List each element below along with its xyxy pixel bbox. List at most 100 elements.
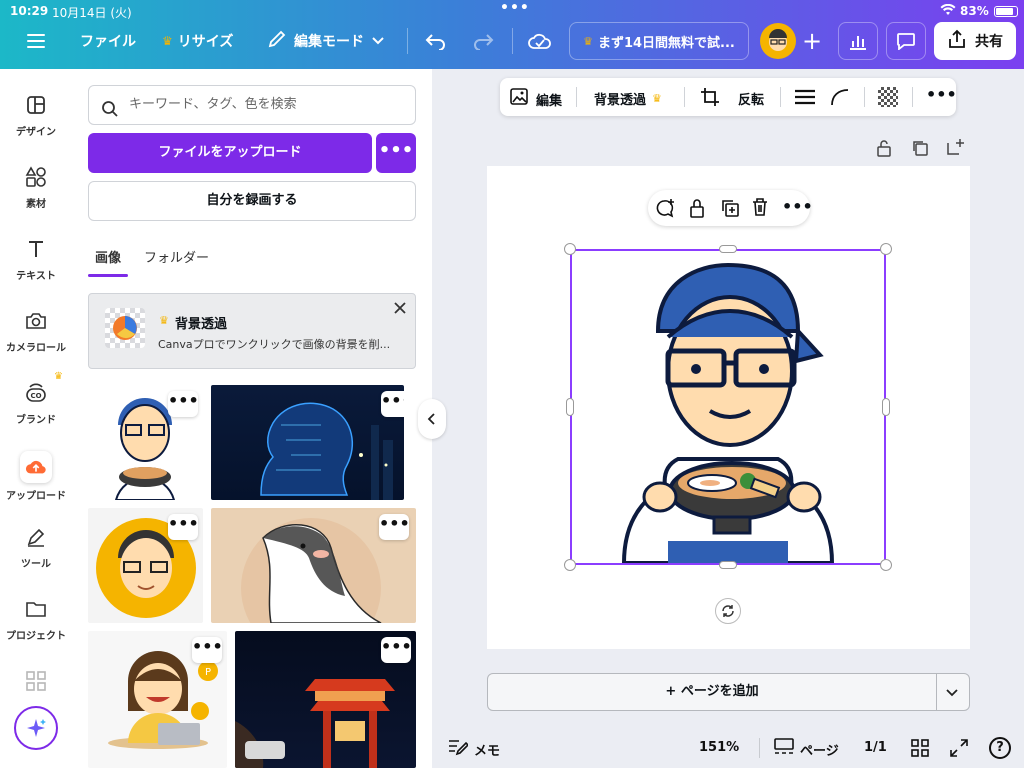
multitask-dots-icon[interactable]: ••• xyxy=(500,0,530,16)
divider xyxy=(912,87,913,107)
bg-remover-button[interactable]: 背景透過 ♛ xyxy=(594,89,662,108)
rotate-icon[interactable] xyxy=(715,598,741,624)
help-icon[interactable]: ? xyxy=(989,737,1011,759)
page-count: 1/1 xyxy=(864,740,887,755)
lock-page-icon[interactable] xyxy=(875,138,893,162)
upload-file-button[interactable]: ファイルをアップロード xyxy=(88,133,372,173)
sidebar-item-uploads[interactable]: アップロード xyxy=(0,451,72,502)
top-bar: 10:29 10月14日 (火) ••• 83% ファイル ♛ リサイズ 編集モ… xyxy=(0,0,1024,69)
resize-handle[interactable] xyxy=(564,243,576,255)
resize-handle[interactable] xyxy=(882,398,890,416)
corner-rounding-icon[interactable] xyxy=(830,88,850,110)
add-page-icon[interactable] xyxy=(946,138,964,160)
add-collaborator-icon[interactable]: + xyxy=(795,22,829,60)
collapse-panel-button[interactable] xyxy=(418,399,446,439)
bg-remove-label: 背景透過 xyxy=(594,93,647,108)
apps-icon[interactable] xyxy=(0,669,72,696)
status-date: 10月14日 (火) xyxy=(52,6,132,20)
search-input[interactable]: キーワード、タグ、色を検索 xyxy=(88,85,416,125)
image-more-button[interactable]: ••• xyxy=(168,391,199,417)
sidebar-item-tools[interactable]: ツール xyxy=(0,525,72,570)
record-yourself-button[interactable]: 自分を録画する xyxy=(88,181,416,221)
image-thumbnail[interactable]: ••• xyxy=(211,508,416,623)
flip-button[interactable]: 反転 xyxy=(738,89,764,108)
image-thumbnail[interactable]: ••• xyxy=(235,631,416,768)
fullscreen-icon[interactable] xyxy=(950,739,968,761)
image-more-button[interactable]: ••• xyxy=(381,637,412,663)
magic-assistant-icon[interactable] xyxy=(14,706,58,750)
sidebar-item-design[interactable]: デザイン xyxy=(0,93,72,138)
pages-button[interactable]: ページ xyxy=(774,738,839,760)
avatar[interactable] xyxy=(760,23,796,59)
resize-handle[interactable] xyxy=(880,243,892,255)
transparency-icon[interactable] xyxy=(878,87,898,107)
insights-icon[interactable] xyxy=(838,22,878,60)
file-menu[interactable]: ファイル xyxy=(80,22,136,60)
free-trial-button[interactable]: ♛ まず14日間無料で試... xyxy=(569,22,749,60)
border-style-icon[interactable] xyxy=(794,88,816,110)
add-page-button[interactable]: + ページを追加 xyxy=(488,674,936,710)
resize-handle[interactable] xyxy=(719,561,737,569)
image-more-button[interactable]: ••• xyxy=(168,514,199,540)
divider xyxy=(864,87,865,107)
tab-folders[interactable]: フォルダー xyxy=(144,247,209,266)
notes-icon xyxy=(448,738,470,760)
divider xyxy=(780,87,781,107)
tab-images[interactable]: 画像 xyxy=(95,247,121,266)
close-icon[interactable] xyxy=(393,300,407,319)
image-thumbnail[interactable]: ••• xyxy=(88,385,203,500)
sidebar-item-elements[interactable]: 素材 xyxy=(0,165,72,210)
sidebar-item-projects[interactable]: プロジェクト xyxy=(0,597,72,642)
cloud-saved-icon[interactable] xyxy=(528,22,552,60)
design-icon xyxy=(24,93,48,117)
hamburger-icon[interactable] xyxy=(26,22,48,60)
active-tab-indicator xyxy=(88,274,128,277)
left-sidebar: デザイン 素材 テキスト カメラロール CO ♛ ブランド アップロード ツール … xyxy=(0,69,72,768)
share-button[interactable]: 共有 xyxy=(934,22,1016,60)
duplicate-page-icon[interactable] xyxy=(911,139,929,161)
crown-icon: ♛ xyxy=(54,371,63,382)
resize-handle[interactable] xyxy=(566,398,574,416)
image-more-button[interactable]: ••• xyxy=(192,637,223,663)
resize-handle[interactable] xyxy=(719,245,737,253)
image-thumbnail[interactable]: ••• xyxy=(211,385,404,500)
trash-icon[interactable] xyxy=(751,197,769,221)
comment-add-icon[interactable] xyxy=(654,198,676,222)
battery-icon xyxy=(994,6,1018,17)
redo-icon[interactable] xyxy=(472,22,494,60)
resize-handle[interactable] xyxy=(564,559,576,571)
chevron-down-icon[interactable] xyxy=(946,686,958,701)
selection-box[interactable] xyxy=(570,249,886,565)
promo-thumbnail-icon xyxy=(105,308,145,348)
image-more-button[interactable]: ••• xyxy=(381,391,404,417)
pages-label: ページ xyxy=(800,743,839,759)
image-more-button[interactable]: ••• xyxy=(379,514,410,540)
image-thumbnail[interactable]: ••• xyxy=(88,508,203,623)
bg-remover-promo[interactable]: ♛ 背景透過 Canvaプロでワンクリックで画像の背景を削... xyxy=(88,293,416,369)
resize-button[interactable]: ♛ リサイズ xyxy=(162,22,233,60)
edit-image-button[interactable]: 編集 xyxy=(510,88,562,110)
duplicate-icon[interactable] xyxy=(720,198,740,222)
elements-icon xyxy=(24,165,48,189)
undo-icon[interactable] xyxy=(425,22,447,60)
grid-view-icon[interactable] xyxy=(911,739,929,761)
upload-more-button[interactable]: ••• xyxy=(376,133,416,173)
divider xyxy=(407,28,408,54)
lock-icon[interactable] xyxy=(688,197,706,223)
sidebar-label: ツール xyxy=(21,559,51,570)
divider xyxy=(936,674,937,710)
sidebar-label: プロジェクト xyxy=(6,631,66,642)
sidebar-item-brand[interactable]: CO ♛ ブランド xyxy=(0,371,72,426)
notes-button[interactable]: メモ xyxy=(448,738,500,760)
comment-icon[interactable] xyxy=(886,22,926,60)
more-options-icon[interactable]: ••• xyxy=(926,85,957,104)
sidebar-label: テキスト xyxy=(16,271,56,282)
more-options-icon[interactable]: ••• xyxy=(782,197,813,216)
zoom-level[interactable]: 151% xyxy=(699,740,739,755)
resize-handle[interactable] xyxy=(880,559,892,571)
image-thumbnail[interactable]: P ••• xyxy=(88,631,227,768)
sidebar-item-camera-roll[interactable]: カメラロール xyxy=(0,309,72,354)
crop-icon[interactable] xyxy=(700,87,720,111)
sidebar-item-text[interactable]: テキスト xyxy=(0,237,72,282)
edit-mode-dropdown[interactable]: 編集モード xyxy=(268,22,384,60)
